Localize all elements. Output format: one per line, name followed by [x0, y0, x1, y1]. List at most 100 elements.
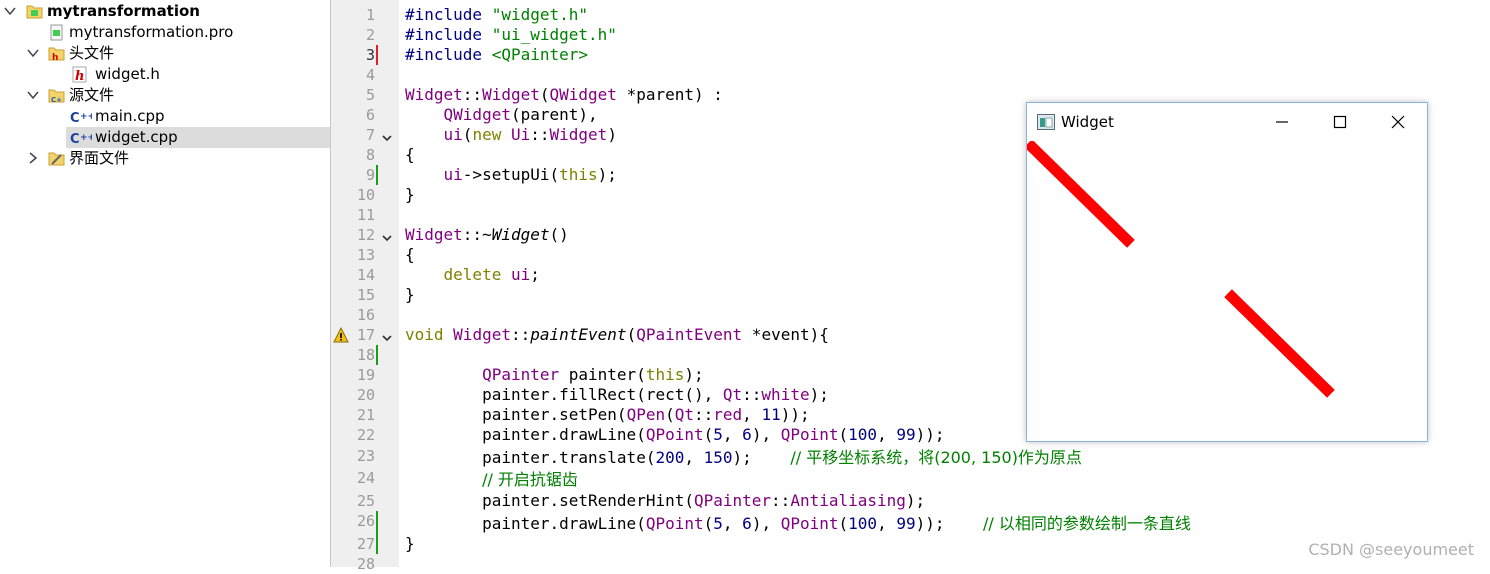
- line-number: 28: [356, 555, 375, 573]
- chevron-down-icon[interactable]: [4, 5, 16, 17]
- code-line: // 开启抗锯齿: [405, 470, 578, 490]
- tree-label: widget.cpp: [95, 128, 178, 146]
- paint-canvas: [1027, 141, 1427, 441]
- line-number: 12: [356, 226, 375, 244]
- line-number: 10: [356, 186, 375, 204]
- code-line: {: [405, 245, 415, 264]
- tree-label: widget.h: [95, 65, 160, 83]
- tree-item-project[interactable]: mytransformation: [0, 1, 330, 22]
- code-comment: // 开启抗锯齿: [482, 470, 578, 489]
- form-folder-icon: [48, 150, 65, 167]
- code-line: delete ui;: [443, 265, 540, 284]
- code-line: painter.drawLine(QPoint(5, 6), QPoint(10…: [405, 425, 945, 444]
- line-number: 1: [365, 6, 375, 24]
- fold-chevron-icon[interactable]: [381, 129, 393, 142]
- tree-item-main-cpp[interactable]: C ++ main.cpp: [0, 106, 330, 127]
- code-line: ui->setupUi(this);: [443, 165, 617, 184]
- code-line: QPainter painter(this);: [482, 365, 704, 384]
- code-comment: // 以相同的参数绘制一条直线: [983, 514, 1191, 533]
- chevron-down-icon[interactable]: [27, 47, 39, 59]
- tree-item-forms[interactable]: 界面文件: [0, 148, 330, 169]
- code-line: #include "widget.h": [405, 5, 589, 24]
- line-number: 25: [356, 492, 375, 510]
- code-line: painter.fillRect(rect(), Qt::white);: [405, 385, 829, 404]
- window-titlebar[interactable]: Widget: [1027, 103, 1427, 141]
- maximize-button[interactable]: [1317, 103, 1363, 141]
- tree-item-sources[interactable]: C+ 源文件: [0, 85, 330, 106]
- line-number: 6: [365, 106, 375, 124]
- tree-item-pro-file[interactable]: mytransformation.pro: [0, 22, 330, 43]
- code-line: Widget::Widget(QWidget *parent) :: [405, 85, 723, 104]
- code-line: }: [405, 534, 415, 553]
- code-line: painter.setRenderHint(QPainter::Antialia…: [405, 491, 926, 510]
- tree-label: mytransformation: [47, 2, 200, 20]
- code-line: painter.setPen(QPen(Qt::red, 11));: [405, 405, 810, 424]
- line-number: 13: [356, 246, 375, 264]
- code-line: painter.drawLine(QPoint(5, 6), QPoint(10…: [405, 514, 1191, 533]
- code-line: ui(new Ui::Widget): [443, 125, 617, 144]
- line-number: 24: [356, 469, 375, 487]
- tree-label: 头文件: [69, 44, 115, 62]
- change-marker: [376, 165, 378, 185]
- source-folder-icon: C+: [48, 87, 65, 104]
- svg-text:C+: C+: [51, 96, 62, 104]
- qt-project-icon: [26, 3, 43, 20]
- code-line: void Widget::paintEvent(QPaintEvent *eve…: [405, 325, 829, 344]
- fold-chevron-icon[interactable]: [381, 329, 393, 342]
- change-marker: [376, 345, 378, 365]
- qt-pro-file-icon: [48, 24, 65, 41]
- code-line: {: [405, 145, 415, 164]
- line-number: 26: [356, 512, 375, 530]
- svg-text:h: h: [52, 53, 58, 62]
- project-tree: mytransformation mytransformation.pro h …: [0, 0, 331, 567]
- line-number: 4: [365, 66, 375, 84]
- header-folder-icon: h: [48, 45, 65, 63]
- fold-chevron-icon[interactable]: [381, 229, 393, 242]
- code-line: #include "ui_widget.h": [405, 25, 617, 44]
- tree-label: 源文件: [69, 86, 115, 104]
- code-line: painter.translate(200, 150); // 平移坐标系统，将…: [405, 448, 1082, 467]
- line-number: 21: [356, 406, 375, 424]
- tree-item-widget-cpp[interactable]: C ++ widget.cpp: [66, 127, 330, 148]
- header-file-icon: h: [71, 66, 88, 84]
- svg-text:++: ++: [80, 133, 92, 143]
- svg-text:C: C: [70, 111, 80, 125]
- window-title: Widget: [1061, 113, 1114, 131]
- chevron-down-icon[interactable]: [27, 89, 39, 101]
- cpp-file-icon: C ++: [70, 108, 95, 126]
- line-number: 11: [356, 206, 375, 224]
- line-number: 19: [356, 366, 375, 384]
- code-line: QWidget(parent),: [443, 105, 598, 124]
- tree-item-widget-h[interactable]: h widget.h: [0, 64, 330, 85]
- close-button[interactable]: [1375, 103, 1421, 141]
- line-number: 20: [356, 386, 375, 404]
- chevron-right-icon[interactable]: [27, 152, 39, 164]
- line-number: 23: [356, 447, 375, 465]
- code-line: #include <QPainter>: [405, 45, 589, 64]
- watermark: CSDN @seeyoumeet: [1308, 540, 1474, 559]
- minimize-button[interactable]: [1259, 103, 1305, 141]
- tree-label: 界面文件: [69, 149, 130, 167]
- line-number: 8: [365, 146, 375, 164]
- maximize-icon: [1333, 115, 1347, 129]
- svg-text:++: ++: [80, 112, 92, 122]
- line-number-gutter: 1 2 3 4 5 6 7 8 9 10 11 12 13 14 15 16 1…: [331, 0, 399, 573]
- code-line: Widget::~Widget(): [405, 225, 569, 244]
- widget-window[interactable]: Widget: [1026, 102, 1428, 442]
- line-number: 27: [356, 535, 375, 553]
- minimize-icon: [1276, 121, 1288, 123]
- line-number: 22: [356, 426, 375, 444]
- line-number: 15: [356, 286, 375, 304]
- line-number: 9: [365, 166, 375, 184]
- svg-text:C: C: [70, 132, 80, 146]
- tree-item-headers[interactable]: h 头文件: [0, 43, 330, 64]
- line-number: 3: [365, 46, 375, 64]
- warning-icon[interactable]: [333, 326, 349, 343]
- app-window-icon: [1037, 114, 1055, 130]
- line-number: 5: [365, 86, 375, 104]
- line-number: 2: [365, 26, 375, 44]
- line-number: 18: [356, 346, 375, 364]
- code-line: }: [405, 185, 415, 204]
- line-number: 16: [356, 306, 375, 324]
- tree-label: main.cpp: [95, 107, 165, 125]
